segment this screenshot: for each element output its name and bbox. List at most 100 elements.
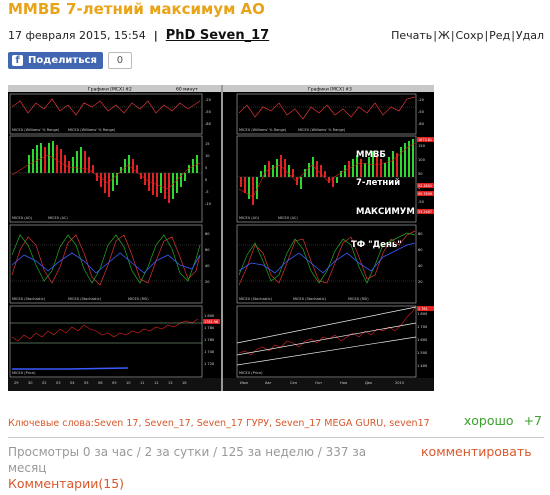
axis-tick: 1 720 [204, 362, 215, 366]
axis-tick: -5 [205, 190, 209, 194]
time-tick: 02 [42, 381, 47, 385]
chart-legend: MICEX (Price) [12, 371, 36, 375]
time-tick: 11 [140, 381, 145, 385]
comment-button[interactable]: комментировать [421, 444, 532, 459]
chart-legend: MICEX (Price) [239, 371, 263, 375]
chart-legend: MICEX (Stochastic) [12, 297, 46, 301]
annotation-line: ТФ "День" [351, 240, 402, 250]
save-link[interactable]: Сохр [456, 29, 484, 42]
time-tick: 2015 [395, 381, 404, 385]
author-link[interactable]: PhD Seven_17 [166, 28, 269, 43]
axis-tick: -50 [418, 200, 425, 204]
keyword-links[interactable]: Seven 17, Seven_17, Seven_17 ГУРУ, Seven… [94, 418, 430, 429]
axis-tick: 60 [205, 248, 210, 252]
chart-legend: MICEX (Williams' % Range) [68, 128, 116, 132]
price-tag: 1781.96 [204, 320, 218, 324]
time-tick: Ноя [340, 381, 347, 385]
axis-tick: -80 [205, 122, 212, 126]
chart-legend: MICEX (RSI) [128, 297, 149, 301]
facebook-share-button[interactable]: f Поделиться [8, 52, 103, 69]
annotation-line: МАКСИМУМ [356, 207, 415, 217]
divider [8, 437, 544, 438]
axis-tick: -20 [205, 98, 212, 102]
chart-legend: MICEX (Williams' % Range) [12, 128, 60, 132]
delete-link[interactable]: Удал [516, 29, 544, 42]
left-window-title: Графики [МСХ] #2 [88, 87, 132, 93]
view-stats: Просмотры 0 за час / 2 за сутки / 125 за… [8, 445, 367, 475]
axis-tick: 150 [418, 144, 426, 148]
chart-legend: MICEX (AO) [239, 216, 260, 220]
time-tick: 29 [14, 381, 19, 385]
chart-legend: MICEX (Stochastic) [293, 297, 327, 301]
keywords-label: Ключевые слова: [8, 418, 94, 429]
time-tick: Сен [290, 381, 298, 385]
time-tick: 03 [56, 381, 61, 385]
post-meta: 17 февраля 2015, 15:54 | PhD Seven_17 [8, 28, 269, 43]
time-tick: 05 [84, 381, 89, 385]
share-count: 0 [107, 52, 132, 69]
axis-tick: 10 [205, 154, 210, 158]
annotation-line: ММВБ [356, 150, 386, 160]
edit-link[interactable]: Ред [489, 29, 510, 42]
time-tick: 10 [126, 381, 131, 385]
axis-tick: -50 [205, 110, 212, 114]
value-tag: 53.2467 [418, 210, 432, 214]
axis-tick: 5 [205, 166, 207, 170]
time-tick: 09 [112, 381, 117, 385]
rating-label[interactable]: хорошо [464, 413, 514, 428]
axis-tick: 40 [418, 264, 423, 268]
axis-tick: 1 800 [204, 314, 215, 318]
print-link[interactable]: Печать [391, 29, 432, 42]
complain-link[interactable]: Ж [438, 29, 450, 42]
axis-tick: 40 [205, 264, 210, 268]
rating-value: +7 [523, 413, 542, 428]
axis-tick: 100 [418, 158, 426, 162]
time-tick: Авг [265, 381, 272, 385]
chart-legend: MICEX (AC) [278, 216, 298, 220]
time-tick: 12 [154, 381, 159, 385]
axis-tick: 20 [418, 280, 423, 284]
post-date: 17 февраля 2015, 15:54 [8, 29, 146, 42]
axis-tick: 1 760 [204, 338, 215, 342]
time-tick: 04 [70, 381, 75, 385]
axis-tick: -10 [205, 202, 212, 206]
chart-legend: MICEX (Stochastic) [239, 297, 273, 301]
share-bar: f Поделиться 0 [8, 52, 132, 69]
meta-separator: | [153, 29, 158, 42]
right-window-title: Графики [МСХ] #3 [308, 87, 352, 93]
post-title: ММВБ 7-летний максимум АО [8, 0, 265, 18]
axis-tick: 80 [418, 232, 423, 236]
time-tick: 13 [168, 381, 173, 385]
axis-tick: -80 [418, 122, 425, 126]
time-tick: Дек [365, 381, 373, 385]
left-window-subtitle: 60 минут [176, 87, 198, 93]
time-tick: 06 [98, 381, 103, 385]
rating: хорошо +7 [464, 413, 542, 428]
annotation-line: 7-летний [356, 178, 400, 188]
value-tag: 95.7639 [418, 192, 432, 196]
keywords: Ключевые слова:Seven 17, Seven_17, Seven… [8, 418, 430, 429]
time-tick: 30 [28, 381, 33, 385]
value-tag: 52.3801 [418, 184, 432, 188]
facebook-icon: f [12, 55, 23, 66]
axis-tick: 15 [205, 142, 210, 146]
time-tick: Окт [315, 381, 322, 385]
axis-tick: 1 400 [417, 364, 428, 368]
axis-tick: 80 [205, 232, 210, 236]
facebook-share-label: Поделиться [28, 55, 97, 66]
axis-tick: 60 [418, 248, 423, 252]
chart-image: Графики [МСХ] #2 60 минут Графики [МСХ] … [8, 85, 434, 391]
axis-tick: 1 780 [204, 326, 215, 330]
chart-legend: MICEX (RSI) [348, 297, 369, 301]
comments-link[interactable]: Комментарии(15) [8, 476, 124, 491]
chart-legend: MICEX (Stochastic) [68, 297, 102, 301]
time-tick: 16 [182, 381, 187, 385]
chart-legend: MICEX (AC) [48, 216, 68, 220]
chart-legend: MICEX (Williams' % Range) [298, 128, 346, 132]
axis-tick: -50 [418, 110, 425, 114]
axis-tick: 1 600 [417, 338, 428, 342]
chart-legend: MICEX (Williams' % Range) [239, 128, 287, 132]
price-tag: 1 781 [418, 307, 428, 311]
chart-legend: MICEX (AO) [12, 216, 33, 220]
axis-tick: 1 800 [417, 312, 428, 316]
